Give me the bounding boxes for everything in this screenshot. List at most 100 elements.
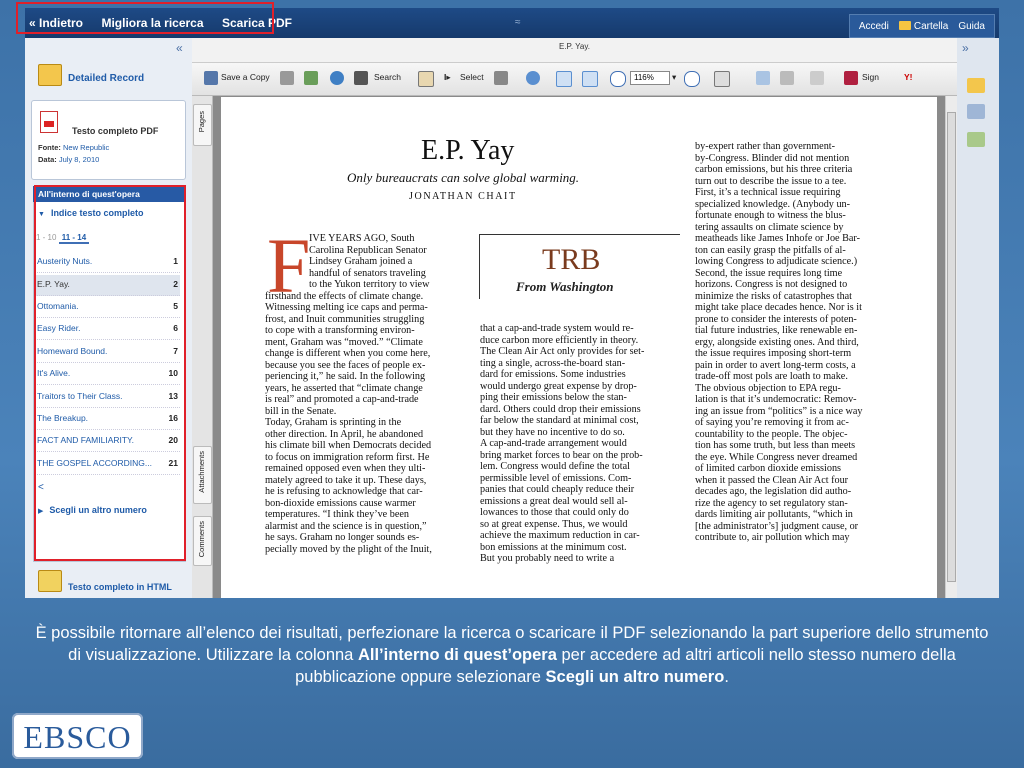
article-line: bon emissions at the minimum cost. bbox=[480, 541, 627, 553]
article-line: Second, the issue requires long time bbox=[695, 267, 843, 279]
scrollbar-thumb[interactable] bbox=[947, 112, 956, 582]
article-line: years, he asserted that “climate change bbox=[265, 382, 423, 394]
article-line: Lindsey Graham joined a bbox=[309, 256, 413, 267]
globe-icon[interactable] bbox=[330, 71, 344, 85]
article-line: ton can easily grasp the pitfalls of al- bbox=[695, 244, 846, 256]
folder-label: Cartella bbox=[913, 20, 949, 32]
article-author: JONATHAN CHAIT bbox=[409, 191, 517, 202]
article-line: First, it’s a technical issue requiring bbox=[695, 187, 841, 198]
article-headline: E.P. Yay bbox=[421, 135, 515, 166]
source-label: Fonte: bbox=[38, 143, 61, 152]
expand-right-icon[interactable]: » bbox=[962, 41, 969, 55]
article-line: dards limiting air pollutants, “which in bbox=[695, 509, 853, 520]
pdf-icon bbox=[40, 111, 58, 133]
tab-pages-label: Pages bbox=[197, 111, 206, 133]
article-line: decades ago, the legislation did autho- bbox=[695, 486, 852, 497]
folder-add-icon[interactable] bbox=[967, 78, 985, 93]
article-line: bring market forces to bear on the prob- bbox=[480, 449, 643, 461]
article-line: rize the agency to set regulatory stan- bbox=[695, 497, 848, 509]
article-line: ergy, alongside existing ones. And third… bbox=[695, 336, 859, 348]
article-line: achieve the maximum reduction in car- bbox=[480, 530, 640, 541]
pdf-full-text-link[interactable]: Testo completo PDF bbox=[72, 126, 158, 136]
collapse-toolbar-icon[interactable]: ≈ bbox=[515, 17, 521, 28]
zoom-dropdown-icon[interactable]: ▾ bbox=[672, 72, 676, 83]
article-line: IVE YEARS AGO, South bbox=[309, 233, 415, 244]
article-line: change is different when you come here, bbox=[265, 348, 431, 359]
folder-icon bbox=[898, 21, 911, 31]
article-line: lation is that it’s undemocratic: Remov- bbox=[695, 394, 857, 405]
zoom-in-icon[interactable] bbox=[684, 71, 700, 87]
article-line: But you probably need to write a bbox=[480, 553, 615, 564]
article-line: duce carbon more efficiently in theory. bbox=[480, 334, 639, 346]
pdf-page: E.P. Yay Only bureaucrats can solve glob… bbox=[221, 97, 937, 598]
article-line: countability to the people. The objec- bbox=[695, 428, 848, 440]
article-line: would undergo great expense by drop- bbox=[480, 380, 637, 392]
article-line: handful of senators traveling bbox=[309, 267, 426, 279]
html-full-text-label: Testo completo in HTML bbox=[68, 582, 172, 592]
copy-icon[interactable] bbox=[810, 71, 824, 85]
collapse-left-icon[interactable]: « bbox=[176, 41, 183, 55]
trb-subtitle: From Washington bbox=[516, 279, 614, 294]
article-line: by-Congress. Blinder did not mention bbox=[695, 152, 850, 164]
hand-tool-icon[interactable] bbox=[418, 71, 434, 87]
highlight-box-top bbox=[16, 2, 274, 34]
tab-attachments-label: Attachments bbox=[197, 451, 206, 493]
article-line: permissible level of emissions. Com- bbox=[480, 472, 632, 484]
viewer-title-bar: E.P. Yay. bbox=[192, 38, 957, 63]
right-panel bbox=[957, 38, 999, 598]
tab-comments[interactable]: Comments bbox=[193, 516, 212, 566]
date-label: Data: bbox=[38, 155, 57, 164]
article-line: The Clean Air Act only provides for set- bbox=[480, 346, 645, 357]
zoom-in-tool-icon[interactable] bbox=[526, 71, 540, 85]
article-line: bon-dioxide emissions cause warmer bbox=[265, 497, 416, 509]
select-tool-button[interactable]: Select bbox=[460, 72, 484, 82]
article-line: carbon emissions, but his three criteria bbox=[695, 164, 853, 175]
slide-caption: È possibile ritornare all’elenco dei ris… bbox=[30, 622, 994, 688]
article-line: is real” and promoted a cap-and-trade bbox=[265, 394, 419, 405]
tab-pages[interactable]: Pages bbox=[193, 104, 212, 146]
tab-attachments[interactable]: Attachments bbox=[193, 446, 212, 504]
pdf-info-box: Testo completo PDF Fonte: New Republic D… bbox=[31, 100, 186, 180]
article-line: mately agreed to take it up. These days, bbox=[265, 474, 427, 486]
article-line: because you see the faces of people ex- bbox=[265, 359, 426, 371]
article-line: his climate bill when Democrats decided bbox=[265, 440, 432, 451]
folder-link[interactable]: Cartella bbox=[898, 20, 949, 32]
search-button[interactable]: Search bbox=[374, 72, 401, 82]
help-link[interactable]: Guida bbox=[958, 21, 985, 32]
email-icon[interactable] bbox=[304, 71, 318, 85]
article-line: to cope with a transforming environ- bbox=[265, 325, 415, 336]
fit-width-icon[interactable] bbox=[582, 71, 598, 87]
article-line: when it passed the Clean Air Act four bbox=[695, 474, 849, 486]
article-line: fortunate enough to witness the blus- bbox=[695, 210, 846, 221]
article-line: specialized knowledge. (Anybody un- bbox=[695, 198, 851, 210]
trb-title: TRB bbox=[542, 243, 601, 276]
tab-comments-label: Comments bbox=[197, 521, 206, 558]
page-layout-icon[interactable] bbox=[714, 71, 730, 87]
zoom-out-icon[interactable] bbox=[610, 71, 626, 87]
caption-bold-2: Scegli un altro numero bbox=[545, 668, 725, 686]
article-subhead: Only bureaucrats can solve global warmin… bbox=[347, 170, 580, 185]
signin-link[interactable]: Accedi bbox=[859, 21, 889, 32]
undo-icon[interactable] bbox=[780, 71, 794, 85]
print-icon[interactable] bbox=[280, 71, 294, 85]
yahoo-icon[interactable]: Y! bbox=[904, 72, 913, 82]
article-line: of saying you’re removing it from ac- bbox=[695, 417, 849, 428]
zoom-level-field[interactable]: 116% bbox=[630, 71, 670, 85]
article-line: ting a single, across-the-board stan- bbox=[480, 357, 626, 369]
snapshot-icon[interactable] bbox=[494, 71, 508, 85]
save-copy-button[interactable]: Save a Copy bbox=[221, 72, 270, 82]
export-icon[interactable] bbox=[967, 132, 985, 147]
pdf-toolbar: Save a Copy Search I▸ Select 116% ▾ Sign… bbox=[192, 63, 957, 96]
date-value: July 8, 2010 bbox=[58, 155, 100, 164]
sign-button[interactable]: Sign bbox=[862, 72, 879, 82]
article-line: by-expert rather than government- bbox=[695, 141, 836, 152]
article-line: lowing Congress to adjudicate science.) bbox=[695, 256, 858, 267]
article-line: ping their emissions below the stan- bbox=[480, 392, 627, 403]
fit-page-icon[interactable] bbox=[556, 71, 572, 87]
article-line: emissions a great deal would sell al- bbox=[480, 495, 628, 507]
article-line: he is refusing to acknowledge that car- bbox=[265, 486, 423, 497]
article-line: dard. Others could drop their emissions bbox=[480, 403, 641, 415]
print-panel-icon[interactable] bbox=[967, 104, 985, 119]
review-icon[interactable] bbox=[756, 71, 770, 85]
article-line: lem. Congress would define the total bbox=[480, 461, 630, 472]
